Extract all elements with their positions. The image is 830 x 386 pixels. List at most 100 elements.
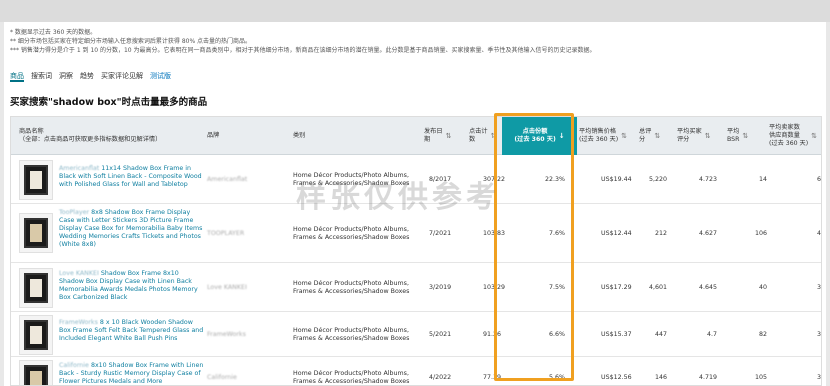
col-brand[interactable]: 品牌 xyxy=(207,117,277,155)
col-category[interactable]: 类别 xyxy=(293,117,413,155)
total-ratings: 5,220 xyxy=(648,176,667,183)
product-name-link[interactable]: Americanflat 11x14 Shadow Box Frame in B… xyxy=(59,165,205,189)
product-thumbnail[interactable] xyxy=(19,268,53,308)
col-avg-price[interactable]: 平均销售价格 (过去 360 天) ⇅ xyxy=(579,117,637,155)
brand-name[interactable]: Californie xyxy=(207,374,277,382)
footnote-3: *** 销售潜力得分是介于 1 到 10 的分数，10 为最高分。它表明在同一商… xyxy=(10,47,596,54)
sort-icon: ⇅ xyxy=(704,132,711,140)
product-name-link[interactable]: TooPlayer 8x8 Shadow Box Frame Display C… xyxy=(59,209,205,249)
beta-badge: 测试版 xyxy=(150,72,171,80)
brand-name[interactable]: Americanflat xyxy=(207,176,277,184)
category: Home Décor Products/Photo Albums, Frames… xyxy=(293,172,410,187)
footnotes: * 数据显示过去 360 天的数据。 ** 细分市场包括买家在特定细分市场输入任… xyxy=(10,28,820,55)
category: Home Décor Products/Photo Albums, Frames… xyxy=(293,327,410,342)
footnote-1: * 数据显示过去 360 天的数据。 xyxy=(10,29,97,36)
tab-bar: 商品 搜索词 洞察 趋势 买家评论见解 测试版 xyxy=(10,70,171,84)
brand-name[interactable]: FrameWorks xyxy=(207,331,277,339)
seller-count: 6 xyxy=(816,176,821,183)
release-date: 8/2017 xyxy=(429,176,452,183)
table-row[interactable]: FrameWorks 8 x 10 Black Wooden Shadow Bo… xyxy=(11,313,821,357)
avg-price: US$12.56 xyxy=(601,374,632,381)
release-date: 5/2021 xyxy=(429,331,452,338)
main-panel: * 数据显示过去 360 天的数据。 ** 细分市场包括买家在特定细分市场输入任… xyxy=(4,22,826,386)
section-title: 买家搜索"shadow box"时点击量最多的商品 xyxy=(10,97,208,108)
avg-price: US$15.37 xyxy=(601,331,632,338)
avg-rating: 4.7 xyxy=(706,331,717,338)
seller-count: 3 xyxy=(816,331,821,338)
release-date: 3/2019 xyxy=(429,284,452,291)
tab-trends[interactable]: 趋势 xyxy=(80,70,94,82)
click-count: 103.83 xyxy=(483,230,506,237)
avg-rating: 4.645 xyxy=(698,284,717,291)
tab-customer-reviews[interactable]: 买家评论见解 xyxy=(101,70,143,82)
tab-products[interactable]: 商品 xyxy=(10,70,24,82)
brand-name[interactable]: Love KANKEI xyxy=(207,284,277,292)
release-date: 4/2022 xyxy=(429,374,452,381)
avg-price: US$17.29 xyxy=(601,284,632,291)
tab-search-terms[interactable]: 搜索词 xyxy=(31,70,52,82)
col-label: 点击份额 (过去 360 天) xyxy=(514,128,556,143)
table-row[interactable]: Americanflat 11x14 Shadow Box Frame in B… xyxy=(11,156,821,204)
product-name-link[interactable]: Californie 8x10 Shadow Box Frame with Li… xyxy=(59,362,205,385)
brand-name[interactable]: TOOPLAYER xyxy=(207,230,277,238)
table-row[interactable]: Love KANKEI Shadow Box Frame 8x10 Shadow… xyxy=(11,264,821,312)
product-name-link[interactable]: FrameWorks 8 x 10 Black Wooden Shadow Bo… xyxy=(59,319,205,343)
col-avg-rating[interactable]: 平均买家 评分 ⇅ xyxy=(677,117,725,155)
col-sellers[interactable]: 平均卖家数 供应商数量 (过去 360 天) ⇅ xyxy=(769,117,821,155)
sort-icon: ⇅ xyxy=(654,132,661,140)
avg-price: US$12.44 xyxy=(601,230,632,237)
col-product-name[interactable]: 商品名称 （全部：点击商品可获取更多指标数据和见解详情） xyxy=(19,117,199,155)
col-label: 发布日 期 xyxy=(424,128,443,143)
col-label: 平均销售价格 (过去 360 天) xyxy=(579,128,619,143)
product-name-link[interactable]: Love KANKEI Shadow Box Frame 8x10 Shadow… xyxy=(59,270,205,302)
sort-icon: ⇅ xyxy=(742,132,749,140)
col-total-ratings[interactable]: 总评 分 ⇅ xyxy=(639,117,675,155)
sort-down-icon: ↓ xyxy=(558,132,565,140)
col-release-date[interactable]: 发布日 期 ⇅ xyxy=(424,117,468,155)
product-thumbnail[interactable] xyxy=(19,315,53,355)
footnote-2: ** 细分市场包括买家在特定细分市场输入任意搜索词后累计获得 80% 点击量的热… xyxy=(10,38,252,45)
col-click-share[interactable]: 点击份额 (过去 360 天) ↓ xyxy=(502,117,577,155)
seller-count: 3 xyxy=(816,284,821,291)
col-click-count[interactable]: 点击计 数 ⇅ xyxy=(469,117,499,155)
category: Home Décor Products/Photo Albums, Frames… xyxy=(293,226,410,241)
click-share: 22.3% xyxy=(544,176,565,183)
col-label: 平均 BSR xyxy=(727,128,740,143)
click-share: 6.6% xyxy=(549,331,565,338)
products-table: 商品名称 （全部：点击商品可获取更多指标数据和见解详情） 品牌 类别 发布日 期… xyxy=(10,116,822,386)
click-share: 5.6% xyxy=(549,374,565,381)
sort-icon: ⇅ xyxy=(621,132,628,140)
click-count: 91.26 xyxy=(483,331,502,338)
tab-insights[interactable]: 洞察 xyxy=(59,70,73,82)
click-count: 307.22 xyxy=(483,176,506,183)
avg-bsr: 40 xyxy=(758,284,767,291)
total-ratings: 146 xyxy=(654,374,667,381)
avg-bsr: 82 xyxy=(758,331,767,338)
col-label: 平均卖家数 供应商数量 (过去 360 天) xyxy=(769,124,809,147)
product-thumbnail[interactable] xyxy=(19,213,53,253)
release-date: 7/2021 xyxy=(429,230,452,237)
product-thumbnail[interactable] xyxy=(19,360,53,385)
click-share: 7.6% xyxy=(549,230,565,237)
product-thumbnail[interactable] xyxy=(19,160,53,200)
top-bar xyxy=(0,0,830,22)
col-label: 点击计 数 xyxy=(469,128,488,143)
seller-count: 4 xyxy=(816,230,821,237)
col-label: 品牌 xyxy=(207,132,220,139)
avg-bsr: 14 xyxy=(758,176,767,183)
click-share: 7.5% xyxy=(549,284,565,291)
col-label: 平均买家 评分 xyxy=(677,128,702,143)
avg-rating: 4.723 xyxy=(698,176,717,183)
sort-icon: ⇅ xyxy=(490,132,497,140)
category: Home Décor Products/Photo Albums, Frames… xyxy=(293,280,410,295)
col-avg-bsr[interactable]: 平均 BSR ⇅ xyxy=(727,117,767,155)
table-header: 商品名称 （全部：点击商品可获取更多指标数据和见解详情） 品牌 类别 发布日 期… xyxy=(11,117,821,155)
click-count: 103.29 xyxy=(483,284,506,291)
total-ratings: 447 xyxy=(654,331,667,338)
avg-bsr: 105 xyxy=(754,374,767,381)
table-row[interactable]: Californie 8x10 Shadow Box Frame with Li… xyxy=(11,358,821,385)
seller-count: 3 xyxy=(816,374,821,381)
sort-icon: ⇅ xyxy=(445,132,452,140)
click-count: 77.39 xyxy=(483,374,502,381)
table-row[interactable]: TooPlayer 8x8 Shadow Box Frame Display C… xyxy=(11,205,821,263)
